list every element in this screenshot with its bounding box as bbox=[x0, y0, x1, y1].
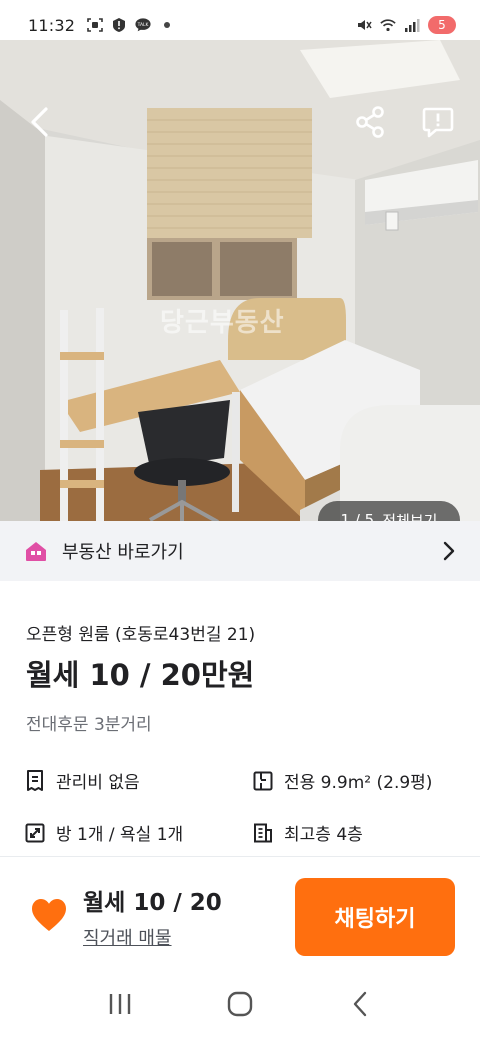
share-icon bbox=[356, 106, 384, 138]
status-notification-icons: TALK bbox=[87, 17, 175, 33]
status-system-icons: 5 bbox=[356, 16, 456, 34]
chevron-right-icon bbox=[443, 541, 455, 561]
maintenance-text: 관리비 없음 bbox=[56, 773, 140, 793]
deal-type-link[interactable]: 직거래 매물 bbox=[83, 924, 172, 950]
alert-icon bbox=[111, 17, 127, 33]
bottom-action-bar: 월세 10 / 20 직거래 매물 채팅하기 bbox=[0, 856, 480, 968]
share-button[interactable] bbox=[348, 100, 392, 144]
photo-counter: 1 / 5 bbox=[340, 511, 375, 521]
shortcut-label: 부동산 바로가기 bbox=[62, 542, 184, 563]
chat-button[interactable]: 채팅하기 bbox=[295, 878, 455, 956]
back-nav-icon bbox=[353, 991, 367, 1017]
house-icon bbox=[26, 542, 46, 561]
report-icon bbox=[422, 107, 454, 138]
receipt-icon bbox=[24, 769, 46, 792]
status-time: 11:32 bbox=[28, 15, 76, 35]
rooms-text: 방 1개 / 욕실 1개 bbox=[56, 825, 184, 845]
listing-subtitle: 오픈형 원룸 (호동로43번길 21) bbox=[26, 625, 256, 645]
wifi-icon bbox=[380, 17, 396, 33]
heart-icon[interactable] bbox=[30, 897, 68, 933]
info-floor: 최고층 4층 bbox=[252, 820, 363, 845]
floorplan-icon bbox=[252, 770, 274, 792]
kakaotalk-icon: TALK bbox=[135, 17, 151, 33]
screenshot-icon bbox=[87, 17, 103, 33]
watermark-logo: 당근부동산 bbox=[160, 308, 285, 338]
room-photo-image bbox=[0, 40, 480, 521]
realty-shortcut[interactable]: 부동산 바로가기 bbox=[0, 521, 480, 581]
area-text: 전용 9.9m² (2.9평) bbox=[284, 773, 433, 793]
recent-apps-icon bbox=[109, 994, 131, 1014]
recent-apps-button[interactable] bbox=[95, 984, 145, 1024]
svg-text:TALK: TALK bbox=[137, 22, 149, 28]
listing-photo[interactable]: 당근부동산 1 / 5 전체보기 bbox=[0, 40, 480, 521]
signal-icon bbox=[404, 17, 420, 33]
dot-icon bbox=[159, 17, 175, 33]
back-button[interactable] bbox=[18, 100, 62, 144]
listing-price-title: 월세 10 / 20만원 bbox=[26, 658, 255, 692]
report-button[interactable] bbox=[416, 100, 460, 144]
system-nav-bar bbox=[0, 968, 480, 1040]
battery-indicator: 5 bbox=[428, 16, 456, 34]
info-area: 전용 9.9m² (2.9평) bbox=[252, 768, 432, 793]
home-icon bbox=[227, 991, 253, 1017]
info-maintenance: 관리비 없음 bbox=[24, 768, 140, 793]
view-all-label: 전체보기 bbox=[382, 511, 438, 522]
back-nav-button[interactable] bbox=[335, 984, 385, 1024]
expand-icon bbox=[24, 822, 46, 844]
building-icon bbox=[252, 822, 274, 844]
back-arrow-icon bbox=[31, 107, 48, 137]
bottom-price: 월세 10 / 20 bbox=[83, 890, 222, 916]
mute-icon bbox=[356, 17, 372, 33]
listing-location: 전대후문 3분거리 bbox=[26, 715, 152, 735]
photo-counter-button[interactable]: 1 / 5 전체보기 bbox=[318, 501, 460, 521]
info-rooms: 방 1개 / 욕실 1개 bbox=[24, 820, 183, 845]
home-button[interactable] bbox=[215, 984, 265, 1024]
floor-text: 최고층 4층 bbox=[284, 825, 363, 845]
